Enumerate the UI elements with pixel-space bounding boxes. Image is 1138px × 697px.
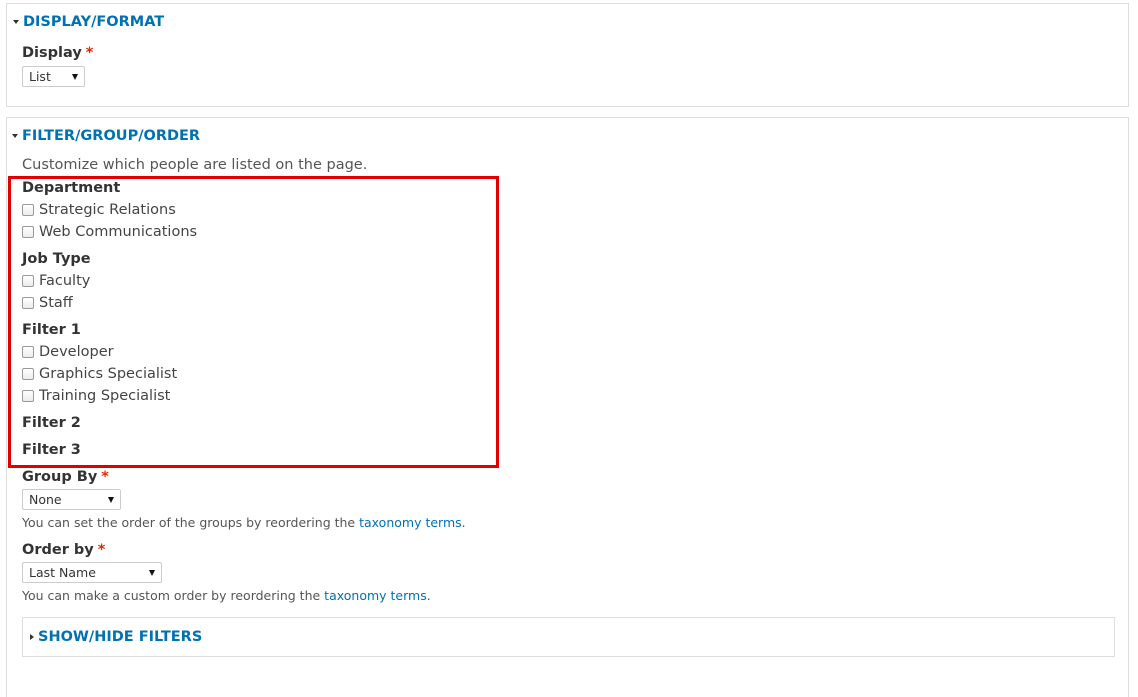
group-by-label-wrap: Group By * (22, 469, 109, 485)
display-select[interactable]: List (22, 66, 85, 87)
filter-2-label: Filter 2 (22, 415, 81, 431)
group-by-help-text: You can set the order of the groups by r… (22, 515, 360, 530)
filter-group-order-toggle[interactable]: FILTER/GROUP/ORDER (12, 128, 200, 144)
required-mark: * (85, 45, 94, 61)
filter-description: Customize which people are listed on the… (22, 157, 368, 173)
checkbox[interactable] (22, 275, 34, 287)
taxonomy-terms-link[interactable]: taxonomy terms (359, 515, 462, 530)
display-label-wrap: Display * (22, 45, 93, 61)
help-suffix: . (426, 588, 431, 603)
display-format-fieldset: DISPLAY/FORMAT Display * List (6, 3, 1129, 107)
dropdown-arrow-icon (72, 73, 78, 80)
checkbox[interactable] (22, 368, 34, 380)
dropdown-arrow-icon (108, 496, 114, 503)
filter-group-order-legend: FILTER/GROUP/ORDER (22, 128, 201, 144)
show-hide-filters-toggle[interactable]: SHOW/HIDE FILTERS (30, 629, 202, 645)
required-mark: * (97, 542, 106, 558)
checkbox-item[interactable]: Training Specialist (22, 388, 170, 404)
order-by-label-wrap: Order by * (22, 542, 105, 558)
order-by-help-text: You can make a custom order by reorderin… (22, 588, 325, 603)
display-label: Display (22, 45, 82, 61)
checkbox[interactable] (22, 346, 34, 358)
checkbox-label[interactable]: Faculty (39, 273, 90, 289)
order-by-select-value: Last Name (29, 565, 96, 580)
show-hide-filters-fieldset: SHOW/HIDE FILTERS (22, 617, 1115, 657)
help-suffix: . (461, 515, 466, 530)
department-label: Department (22, 180, 121, 196)
filter-1-label: Filter 1 (22, 322, 81, 338)
taxonomy-terms-link[interactable]: taxonomy terms (324, 588, 427, 603)
checkbox-label[interactable]: Graphics Specialist (39, 366, 177, 382)
filter-3-label: Filter 3 (22, 442, 81, 458)
checkbox[interactable] (22, 297, 34, 309)
checkbox-label[interactable]: Training Specialist (39, 388, 170, 404)
checkbox-label[interactable]: Web Communications (39, 224, 197, 240)
order-by-select[interactable]: Last Name (22, 562, 162, 583)
checkbox[interactable] (22, 226, 34, 238)
group-by-select[interactable]: None (22, 489, 121, 510)
checkbox[interactable] (22, 390, 34, 402)
group-by-select-value: None (29, 492, 62, 507)
checkbox-item[interactable]: Web Communications (22, 224, 197, 240)
checkbox-label[interactable]: Developer (39, 344, 114, 360)
show-hide-filters-legend: SHOW/HIDE FILTERS (38, 629, 203, 645)
order-by-help: You can make a custom order by reorderin… (22, 588, 431, 603)
checkbox-item[interactable]: Graphics Specialist (22, 366, 177, 382)
checkbox-item[interactable]: Staff (22, 295, 73, 311)
checkbox-label[interactable]: Strategic Relations (39, 202, 176, 218)
display-format-legend: DISPLAY/FORMAT (23, 14, 165, 30)
checkbox-item[interactable]: Developer (22, 344, 114, 360)
caret-down-icon (12, 134, 18, 138)
checkbox-item[interactable]: Strategic Relations (22, 202, 176, 218)
checkbox-label[interactable]: Staff (39, 295, 73, 311)
job-type-label: Job Type (22, 251, 91, 267)
caret-right-icon (30, 634, 34, 640)
display-format-toggle[interactable]: DISPLAY/FORMAT (13, 14, 164, 30)
required-mark: * (101, 469, 109, 485)
order-by-label: Order by (22, 542, 94, 558)
caret-down-icon (13, 20, 19, 24)
group-by-label: Group By (22, 469, 98, 485)
group-by-help: You can set the order of the groups by r… (22, 515, 466, 530)
dropdown-arrow-icon (149, 569, 155, 576)
checkbox-item[interactable]: Faculty (22, 273, 90, 289)
display-select-value: List (29, 69, 51, 84)
checkbox[interactable] (22, 204, 34, 216)
